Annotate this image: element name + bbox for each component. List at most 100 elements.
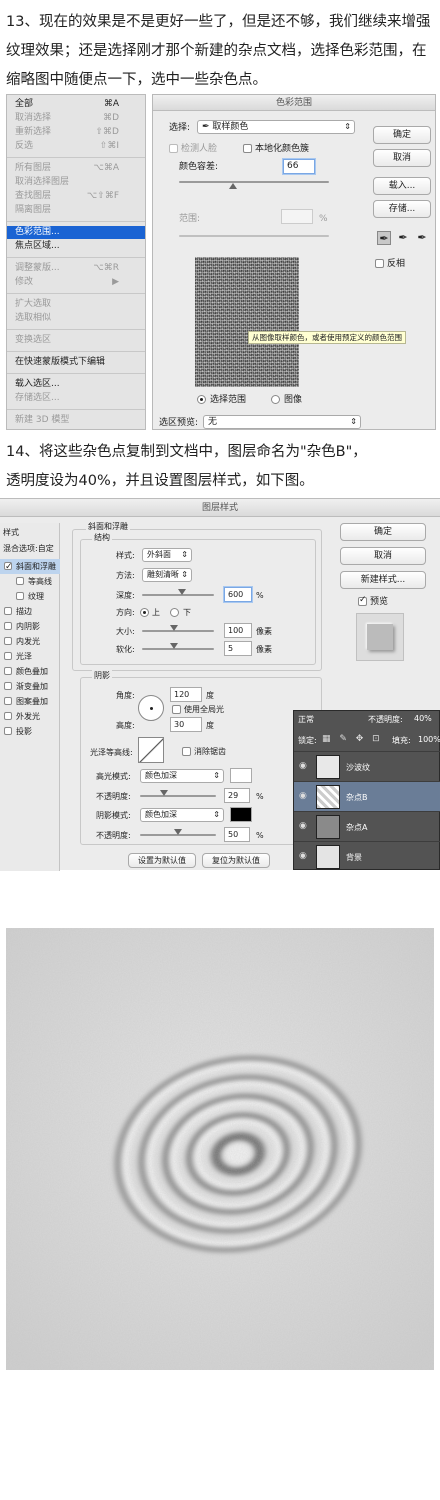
highlight-color-swatch[interactable] — [230, 768, 252, 783]
style-item[interactable]: 渐变叠加 — [0, 679, 60, 694]
range-slider[interactable] — [179, 235, 329, 237]
soften-input[interactable]: 5 — [224, 641, 252, 656]
style-item[interactable]: 等高线 — [0, 574, 60, 589]
angle-dial[interactable] — [138, 695, 164, 721]
ls-cancel-button[interactable]: 取消 — [340, 547, 426, 565]
shadow-opacity-thumb[interactable] — [174, 829, 182, 835]
load-button[interactable]: 载入... — [373, 177, 431, 195]
method-dropdown[interactable]: 雕刻清晰 ⇕ — [142, 568, 192, 582]
menu-separator — [7, 293, 145, 294]
style-item-checkbox[interactable] — [4, 652, 12, 660]
preview-checkbox[interactable] — [358, 595, 367, 606]
range-input[interactable] — [281, 209, 313, 224]
ls-ok-button[interactable]: 确定 — [340, 523, 426, 541]
layer-row[interactable]: ◉ 杂点A — [294, 811, 440, 841]
style-item[interactable]: 纹理 — [0, 589, 60, 604]
style-item-checkbox[interactable] — [16, 577, 24, 585]
eyedropper-icon: ✒ — [202, 122, 210, 132]
highlight-opacity-thumb[interactable] — [160, 790, 168, 796]
opacity-value[interactable]: 40% — [414, 714, 432, 723]
lock-icons[interactable]: ▦ ✎ ✥ ⊡ — [322, 734, 383, 744]
blend-options[interactable]: 混合选项:自定 — [0, 541, 60, 556]
style-item-checkbox[interactable] — [4, 727, 12, 735]
eye-icon[interactable]: ◉ — [299, 821, 307, 831]
cancel-button[interactable]: 取消 — [373, 149, 431, 167]
new-style-button[interactable]: 新建样式... — [340, 571, 426, 589]
style-label: 样式: — [116, 551, 135, 560]
selection-preview-thumbnail[interactable] — [195, 257, 299, 387]
style-item-checkbox[interactable] — [4, 712, 12, 720]
style-item-checkbox[interactable] — [4, 607, 12, 615]
highlight-opacity-input[interactable]: 29 — [224, 788, 250, 803]
direction-down-radio[interactable] — [170, 608, 179, 617]
gloss-contour-picker[interactable] — [138, 737, 164, 763]
direction-up-radio[interactable] — [140, 608, 149, 617]
style-item[interactable]: 斜面和浮雕 — [0, 559, 60, 575]
blend-mode[interactable]: 正常 — [298, 714, 314, 725]
ok-button[interactable]: 确定 — [373, 126, 431, 144]
anti-alias-checkbox[interactable] — [182, 747, 191, 756]
style-item[interactable]: 颜色叠加 — [0, 664, 60, 679]
style-item-checkbox[interactable] — [4, 637, 12, 645]
eyedropper-plus-icon[interactable]: ✒ — [396, 231, 410, 245]
style-item-checkbox[interactable] — [4, 667, 12, 675]
menu-item[interactable]: 色彩范围... — [7, 226, 145, 239]
eye-icon[interactable]: ◉ — [299, 791, 307, 801]
style-item[interactable]: 投影 — [0, 724, 60, 739]
radio-image[interactable] — [271, 395, 280, 404]
style-item[interactable]: 图案叠加 — [0, 694, 60, 709]
fuzziness-slider[interactable] — [179, 181, 329, 183]
set-default-button[interactable]: 设置为默认值 — [128, 853, 196, 868]
style-item[interactable]: 内发光 — [0, 634, 60, 649]
reset-default-button[interactable]: 复位为默认值 — [202, 853, 270, 868]
size-input[interactable]: 100 — [224, 623, 252, 638]
menu-item[interactable]: 载入选区... — [7, 378, 145, 391]
soften-thumb[interactable] — [170, 643, 178, 649]
depth-input[interactable]: 600 — [224, 587, 252, 602]
localized-checkbox[interactable] — [243, 144, 252, 153]
highlight-opacity-slider[interactable] — [140, 795, 216, 797]
style-item[interactable]: 描边 — [0, 604, 60, 619]
fuzziness-thumb[interactable] — [229, 183, 237, 189]
shadow-mode-dropdown[interactable]: 颜色加深 ⇕ — [140, 808, 224, 822]
eyedropper-icon[interactable]: ✒ — [377, 231, 391, 245]
invert-checkbox[interactable] — [375, 259, 384, 268]
menu-item[interactable]: 焦点区域... — [7, 240, 145, 253]
preview-dropdown[interactable]: 无 ⇕ — [203, 415, 361, 429]
radio-selection[interactable] — [197, 395, 206, 404]
global-light-checkbox[interactable] — [172, 705, 181, 714]
shadow-color-swatch[interactable] — [230, 807, 252, 822]
size-thumb[interactable] — [170, 625, 178, 631]
shadow-opacity-input[interactable]: 50 — [224, 827, 250, 842]
style-dropdown[interactable]: 外斜面 ⇕ — [142, 548, 192, 562]
style-item[interactable]: 外发光 — [0, 709, 60, 724]
eyedropper-minus-icon[interactable]: ✒ — [415, 231, 429, 245]
layer-row[interactable]: ◉ 背景 — [294, 841, 440, 871]
angle-input[interactable]: 120 — [170, 687, 202, 702]
style-item-checkbox[interactable] — [4, 697, 12, 705]
style-item[interactable]: 光泽 — [0, 649, 60, 664]
eye-icon[interactable]: ◉ — [299, 851, 307, 861]
menu-item[interactable]: 全部 ⌘A — [7, 98, 145, 111]
eye-icon[interactable]: ◉ — [299, 761, 307, 771]
chevron-down-icon: ⇕ — [181, 570, 188, 579]
style-item[interactable]: 内阴影 — [0, 619, 60, 634]
soften-slider[interactable] — [142, 648, 214, 650]
select-dropdown[interactable]: ✒ 取样颜色 ⇕ — [197, 120, 355, 134]
depth-thumb[interactable] — [178, 589, 186, 595]
detect-faces-checkbox[interactable] — [169, 144, 178, 153]
altitude-input[interactable]: 30 — [170, 717, 202, 732]
style-item-checkbox[interactable] — [4, 682, 12, 690]
save-button[interactable]: 存储... — [373, 200, 431, 218]
style-item-checkbox[interactable] — [4, 622, 12, 630]
size-slider[interactable] — [142, 630, 214, 632]
menu-item: 反选 ⇧⌘I — [7, 140, 145, 153]
menu-item[interactable]: 在快速蒙版模式下编辑 — [7, 356, 145, 369]
style-item-checkbox[interactable] — [16, 592, 24, 600]
fuzziness-input[interactable]: 66 — [283, 159, 315, 174]
style-item-checkbox[interactable] — [4, 560, 13, 575]
layer-row[interactable]: ◉ 沙波纹 — [294, 751, 440, 781]
layer-row[interactable]: ◉ 杂点B — [294, 781, 440, 811]
fill-value[interactable]: 100% — [418, 735, 440, 744]
highlight-mode-dropdown[interactable]: 颜色加深 ⇕ — [140, 769, 224, 783]
